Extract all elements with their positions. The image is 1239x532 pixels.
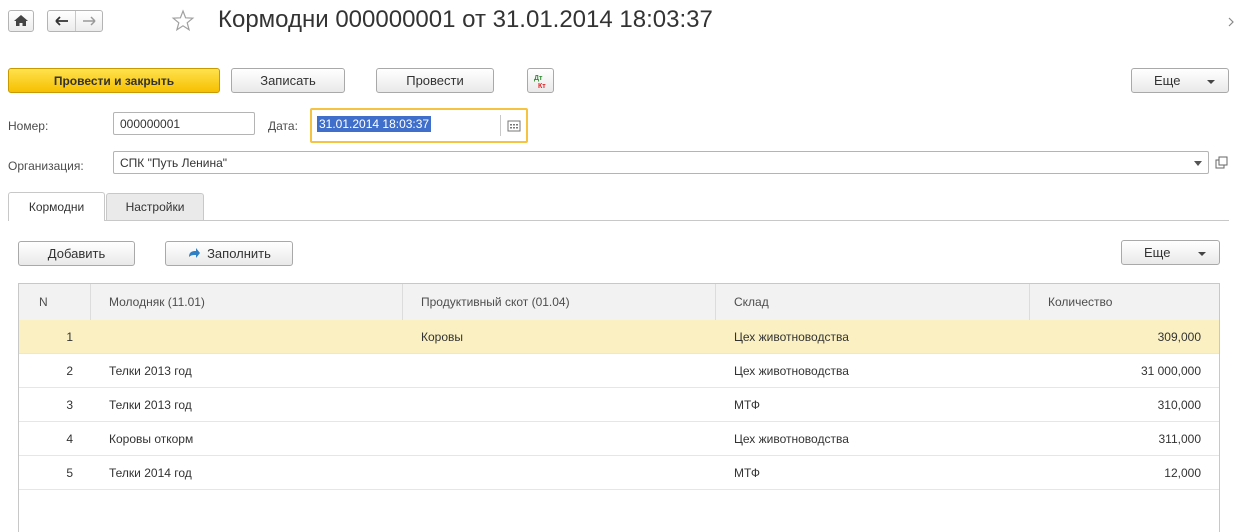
more-button[interactable]: Еще [1131, 68, 1229, 93]
kormodni-table[interactable]: N Молодняк (11.01) Продуктивный скот (01… [18, 283, 1220, 532]
fill-arrow-icon [189, 247, 201, 258]
open-link-icon[interactable] [1215, 156, 1229, 170]
tab-kormodni[interactable]: Кормодни [8, 192, 105, 221]
date-label: Дата: [268, 119, 298, 133]
cell-quantity: 310,000 [1157, 397, 1201, 412]
cell-young: Телки 2013 год [109, 363, 192, 378]
cell-young: Коровы откорм [109, 431, 194, 446]
cell-young: Телки 2014 год [109, 465, 192, 480]
cell-warehouse: Цех животноводства [734, 431, 849, 446]
number-field[interactable]: 000000001 [113, 112, 255, 135]
more-label: Еще [1154, 73, 1181, 88]
organization-value: СПК "Путь Ленина" [120, 155, 228, 170]
cell-n: 1 [66, 329, 73, 344]
table-row[interactable]: 3 Телки 2013 год МТФ 310,000 [19, 388, 1219, 422]
dt-kt-button[interactable]: Дт Кт [527, 68, 554, 93]
organization-label: Организация: [8, 159, 84, 173]
cell-quantity: 309,000 [1157, 329, 1201, 344]
svg-text:Кт: Кт [538, 83, 546, 90]
cell-young: Телки 2013 год [109, 397, 192, 412]
cell-n: 4 [66, 431, 73, 446]
calendar-icon[interactable] [507, 120, 521, 132]
table-more-label: Еще [1144, 245, 1171, 260]
tabs-divider [105, 220, 1229, 221]
table-more-button[interactable]: Еще [1121, 240, 1220, 265]
svg-text:Дт: Дт [534, 75, 543, 82]
cell-n: 5 [66, 465, 73, 480]
cell-quantity: 31 000,000 [1140, 363, 1201, 378]
arrow-left-icon [55, 16, 68, 26]
table-row[interactable]: 5 Телки 2014 год МТФ 12,000 [19, 456, 1219, 490]
home-icon [14, 15, 28, 26]
chevron-right-icon[interactable] [1226, 16, 1236, 28]
page-title: Кормодни 000000001 от 31.01.2014 18:03:3… [218, 6, 713, 33]
date-divider [500, 115, 501, 136]
column-header-quantity[interactable]: Количество [1030, 284, 1219, 320]
cell-warehouse: Цех животноводства [734, 363, 849, 378]
dropdown-arrow-icon [1198, 252, 1206, 256]
date-field[interactable]: 31.01.2014 18:03:37 [310, 108, 528, 143]
number-label: Номер: [8, 119, 49, 133]
table-row[interactable]: 2 Телки 2013 год Цех животноводства 31 0… [19, 354, 1219, 388]
dropdown-arrow-icon [1207, 80, 1215, 84]
column-header-young[interactable]: Молодняк (11.01) [91, 284, 403, 320]
dropdown-arrow-icon[interactable] [1194, 161, 1202, 166]
cell-quantity: 12,000 [1164, 465, 1201, 480]
organization-field[interactable]: СПК "Путь Ленина" [113, 151, 1209, 174]
date-value: 31.01.2014 18:03:37 [317, 116, 432, 132]
cell-productive [403, 388, 716, 421]
cell-quantity: 311,000 [1158, 431, 1202, 446]
cell-productive [403, 456, 716, 489]
post-button[interactable]: Провести [376, 68, 494, 93]
forward-button[interactable] [76, 11, 103, 31]
table-header: N Молодняк (11.01) Продуктивный скот (01… [19, 284, 1219, 321]
column-header-productive[interactable]: Продуктивный скот (01.04) [403, 284, 716, 320]
fill-label: Заполнить [207, 246, 271, 261]
table-row[interactable]: 1 Коровы Цех животноводства 309,000 [19, 320, 1219, 354]
home-button[interactable] [8, 10, 34, 32]
cell-productive [403, 422, 716, 455]
cell-productive [403, 354, 716, 387]
add-button[interactable]: Добавить [18, 241, 135, 266]
cell-n: 2 [66, 363, 73, 378]
fill-button[interactable]: Заполнить [165, 241, 293, 266]
cell-warehouse: Цех животноводства [734, 329, 849, 344]
cell-n: 3 [66, 397, 73, 412]
star-icon[interactable] [170, 8, 196, 34]
save-button[interactable]: Записать [231, 68, 345, 93]
dt-kt-icon: Дт Кт [534, 75, 546, 90]
column-header-n[interactable]: N [19, 284, 91, 320]
column-header-warehouse[interactable]: Склад [716, 284, 1030, 320]
tab-settings[interactable]: Настройки [106, 193, 204, 220]
post-and-close-button[interactable]: Провести и закрыть [8, 68, 220, 93]
back-button[interactable] [48, 11, 76, 31]
table-row[interactable]: 4 Коровы откорм Цех животноводства 311,0… [19, 422, 1219, 456]
cell-productive: Коровы [421, 329, 464, 344]
back-forward-buttons [47, 10, 103, 32]
cell-young [91, 320, 403, 353]
cell-warehouse: МТФ [734, 397, 761, 412]
cell-warehouse: МТФ [734, 465, 761, 480]
arrow-right-icon [83, 16, 96, 26]
